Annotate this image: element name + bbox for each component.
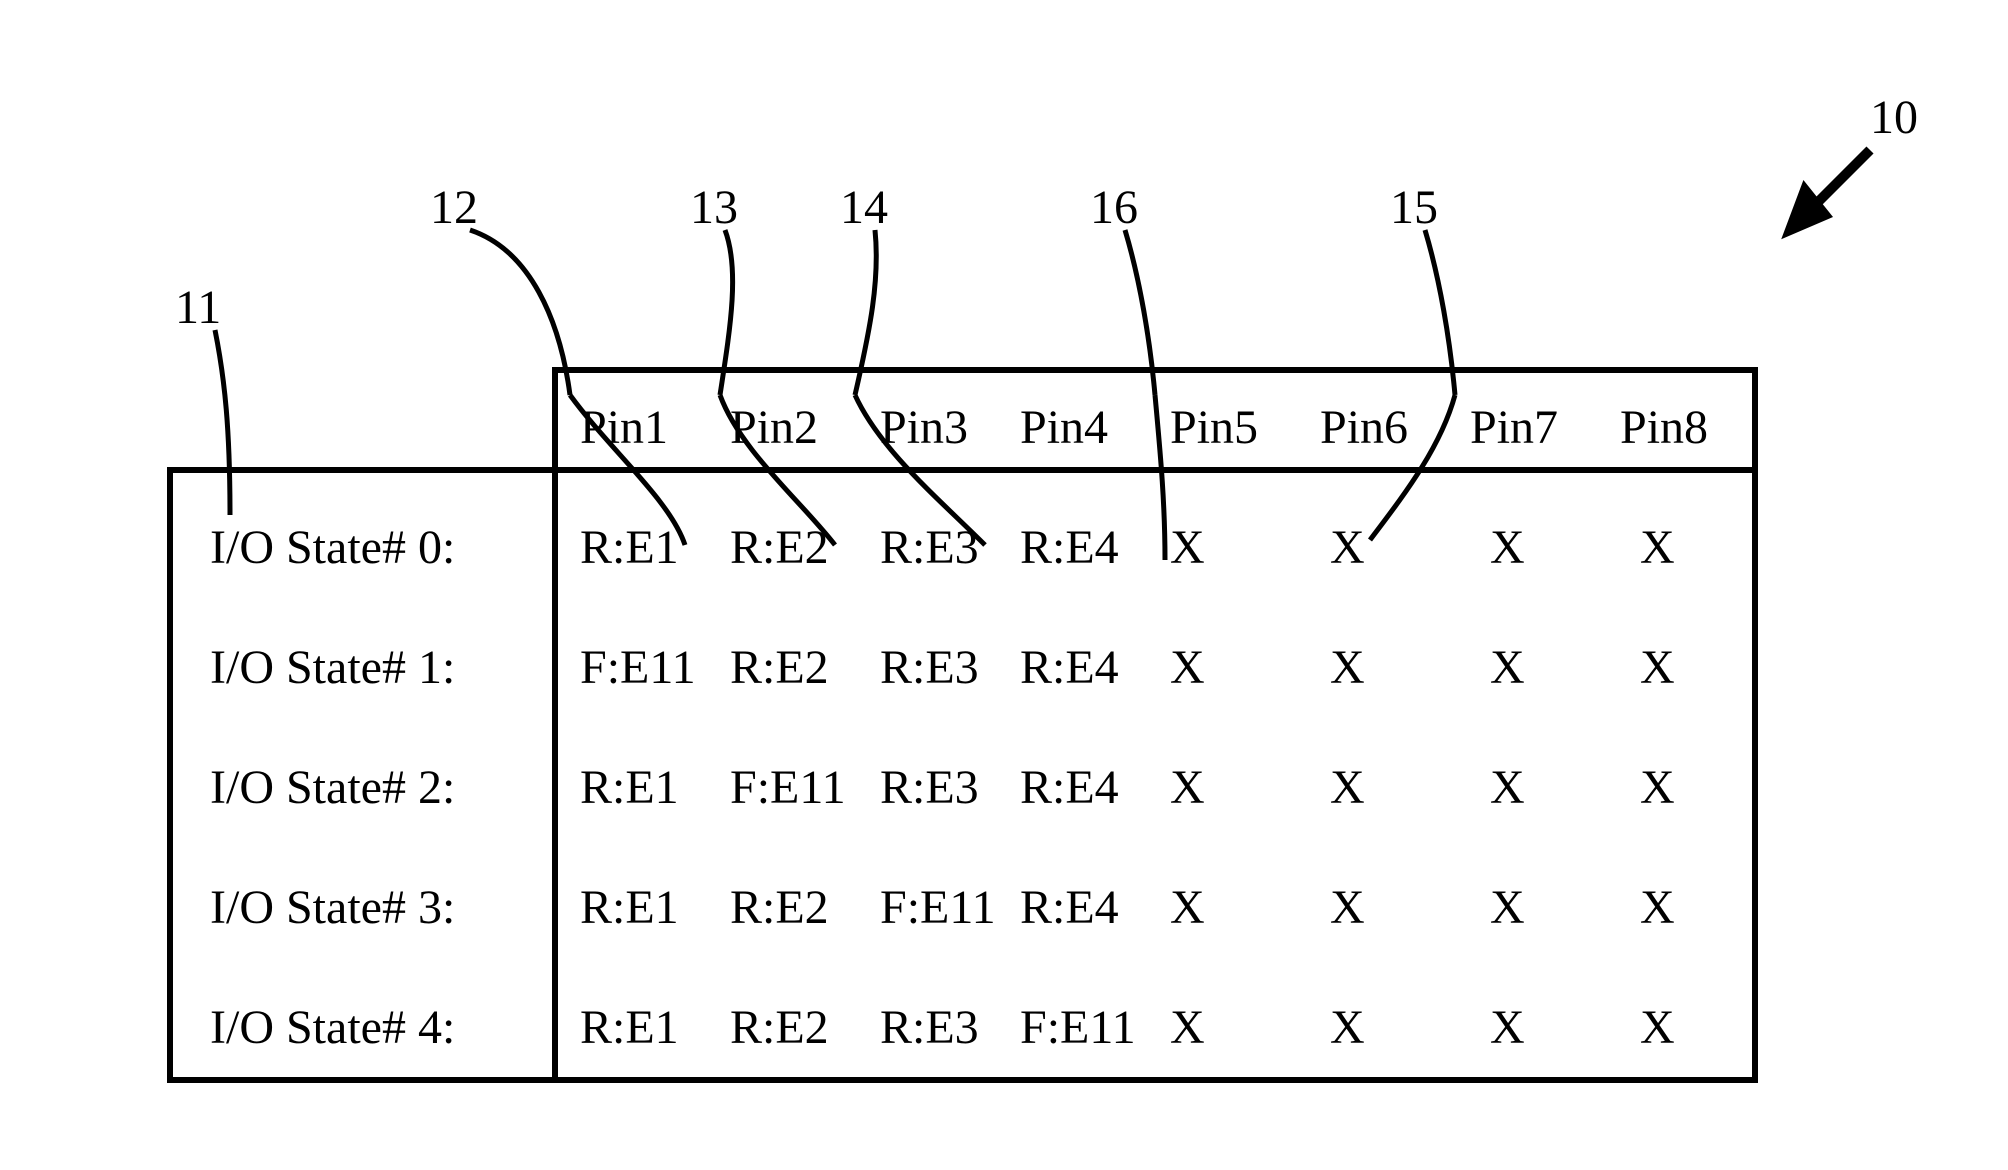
io-state-table-figure: 10 11 12 13 14 16 15 Pin1 Pin2 Pin3 Pin4… xyxy=(0,0,2008,1170)
header-pin7: Pin7 xyxy=(1470,400,1558,455)
header-pin1: Pin1 xyxy=(580,400,668,455)
callout-12: 12 xyxy=(430,180,478,235)
cell-r3-c7: X xyxy=(1640,880,1675,935)
cell-r2-c3: R:E4 xyxy=(1020,760,1119,815)
cell-r3-c0: R:E1 xyxy=(580,880,679,935)
cell-r2-c7: X xyxy=(1640,760,1675,815)
cell-r1-c3: R:E4 xyxy=(1020,640,1119,695)
cell-r1-c4: X xyxy=(1170,640,1205,695)
cell-r0-c5: X xyxy=(1330,520,1365,575)
cell-r0-c4: X xyxy=(1170,520,1205,575)
cell-r1-c0: F:E11 xyxy=(580,640,696,695)
cell-r2-c4: X xyxy=(1170,760,1205,815)
row-label-3: I/O State# 3: xyxy=(210,880,455,935)
cell-r4-c2: R:E3 xyxy=(880,1000,979,1055)
cell-r4-c3: F:E11 xyxy=(1020,1000,1136,1055)
cell-r4-c7: X xyxy=(1640,1000,1675,1055)
cell-r3-c3: R:E4 xyxy=(1020,880,1119,935)
cell-r2-c6: X xyxy=(1490,760,1525,815)
cell-r4-c1: R:E2 xyxy=(730,1000,829,1055)
row-label-4: I/O State# 4: xyxy=(210,1000,455,1055)
cell-r4-c6: X xyxy=(1490,1000,1525,1055)
callout-13: 13 xyxy=(690,180,738,235)
cell-r1-c6: X xyxy=(1490,640,1525,695)
header-pin4: Pin4 xyxy=(1020,400,1108,455)
row-label-1: I/O State# 1: xyxy=(210,640,455,695)
cell-r3-c2: F:E11 xyxy=(880,880,996,935)
cell-r4-c5: X xyxy=(1330,1000,1365,1055)
header-pin8: Pin8 xyxy=(1620,400,1708,455)
cell-r3-c5: X xyxy=(1330,880,1365,935)
arrow-10 xyxy=(1790,150,1870,230)
callout-11: 11 xyxy=(175,280,221,335)
cell-r3-c4: X xyxy=(1170,880,1205,935)
header-pin3: Pin3 xyxy=(880,400,968,455)
cell-r1-c2: R:E3 xyxy=(880,640,979,695)
cell-r0-c1: R:E2 xyxy=(730,520,829,575)
cell-r0-c6: X xyxy=(1490,520,1525,575)
cell-r2-c5: X xyxy=(1330,760,1365,815)
cell-r3-c6: X xyxy=(1490,880,1525,935)
cell-r4-c4: X xyxy=(1170,1000,1205,1055)
diagram-overlay xyxy=(0,0,2008,1170)
cell-r0-c2: R:E3 xyxy=(880,520,979,575)
cell-r2-c2: R:E3 xyxy=(880,760,979,815)
header-pin2: Pin2 xyxy=(730,400,818,455)
callout-16: 16 xyxy=(1090,180,1138,235)
header-pin5: Pin5 xyxy=(1170,400,1258,455)
callout-14: 14 xyxy=(840,180,888,235)
row-label-2: I/O State# 2: xyxy=(210,760,455,815)
cell-r1-c1: R:E2 xyxy=(730,640,829,695)
cell-r3-c1: R:E2 xyxy=(730,880,829,935)
cell-r2-c0: R:E1 xyxy=(580,760,679,815)
cell-r0-c0: R:E1 xyxy=(580,520,679,575)
cell-r0-c7: X xyxy=(1640,520,1675,575)
callout-15: 15 xyxy=(1390,180,1438,235)
callout-10: 10 xyxy=(1870,90,1918,145)
cell-r2-c1: F:E11 xyxy=(730,760,846,815)
cell-r4-c0: R:E1 xyxy=(580,1000,679,1055)
row-label-0: I/O State# 0: xyxy=(210,520,455,575)
header-pin6: Pin6 xyxy=(1320,400,1408,455)
cell-r1-c5: X xyxy=(1330,640,1365,695)
cell-r1-c7: X xyxy=(1640,640,1675,695)
cell-r0-c3: R:E4 xyxy=(1020,520,1119,575)
